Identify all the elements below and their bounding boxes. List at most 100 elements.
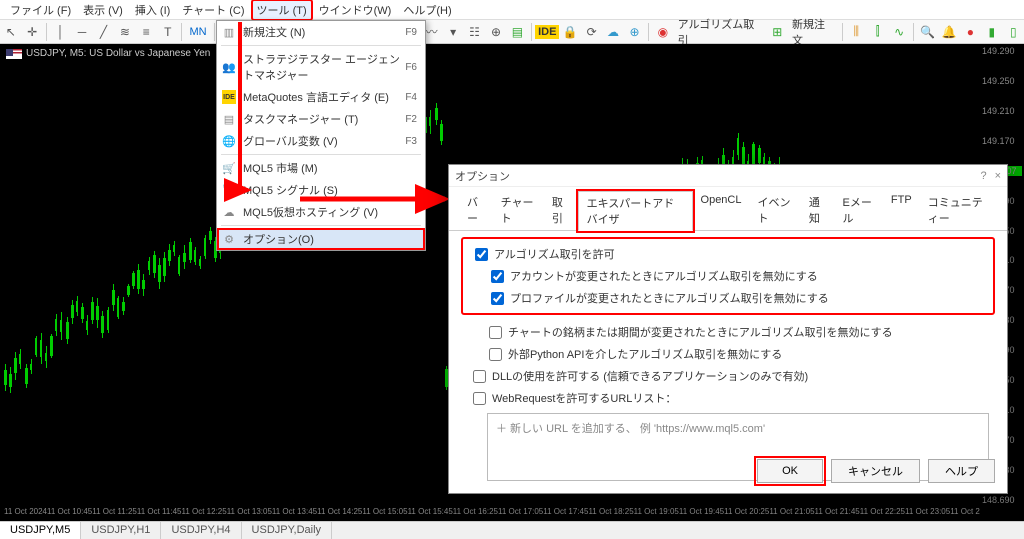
- tab-bar[interactable]: バー: [459, 191, 493, 230]
- toolbar-algo[interactable]: アルゴリズム取引: [674, 16, 767, 48]
- separator: [181, 23, 182, 41]
- signal-icon: 📡: [222, 183, 236, 197]
- chart-bar-icon[interactable]: ▾: [444, 23, 461, 41]
- tab-expert-advisor[interactable]: エキスパートアドバイザ: [578, 191, 693, 231]
- fibo-icon[interactable]: ≡: [138, 23, 155, 41]
- dialog-buttons: OK キャンセル ヘルプ: [757, 459, 995, 483]
- connection-icon[interactable]: ▯: [1005, 23, 1022, 41]
- flag-icon: [6, 49, 22, 59]
- separator: [214, 23, 215, 41]
- trendline-icon[interactable]: ╱: [95, 23, 112, 41]
- options-dialog: オプション ? × バー チャート 取引 エキスパートアドバイザ OpenCL …: [448, 164, 1008, 494]
- checkbox[interactable]: [491, 292, 504, 305]
- tab-trade[interactable]: 取引: [544, 191, 578, 230]
- menu-options[interactable]: ⚙オプション(O): [217, 228, 425, 250]
- task-icon: ▤: [222, 112, 236, 126]
- dialog-help-icon[interactable]: ?: [980, 170, 986, 182]
- tab-event[interactable]: イベント: [750, 191, 801, 230]
- tab-opencl[interactable]: OpenCL: [693, 191, 750, 230]
- opt-allow-dll[interactable]: DLLの使用を許可する (信頼できるアプリケーションのみで有効): [473, 365, 989, 387]
- toolbar: ↖ ✛ │ ─ ╱ ≋ ≡ T MN 〰 ▾ ☷ ⊕ ▤ IDE 🔒 ⟳ ☁ ⊕…: [0, 20, 1024, 44]
- dialog-body: アルゴリズム取引を許可 アカウントが変更されたときにアルゴリズム取引を無効にする…: [449, 231, 1007, 491]
- crosshair-icon[interactable]: ✛: [23, 23, 40, 41]
- opt-disable-on-profile[interactable]: プロファイルが変更されたときにアルゴリズム取引を無効にする: [491, 287, 987, 309]
- opt-allow-webrequest[interactable]: WebRequestを許可するURLリスト：: [473, 387, 989, 409]
- alert-icon[interactable]: ●: [962, 23, 979, 41]
- opt-disable-on-account[interactable]: アカウントが変更されたときにアルゴリズム取引を無効にする: [491, 265, 987, 287]
- tab-community[interactable]: コミュニティー: [920, 191, 997, 230]
- stop-icon[interactable]: ◉: [654, 23, 671, 41]
- separator: [648, 23, 649, 41]
- timeframe-mn[interactable]: MN: [185, 26, 210, 38]
- tab-m5[interactable]: USDJPY,M5: [0, 522, 81, 539]
- checkbox[interactable]: [491, 270, 504, 283]
- search-icon[interactable]: 🔍: [919, 23, 936, 41]
- gear-icon: ⚙: [222, 232, 236, 246]
- cancel-button[interactable]: キャンセル: [831, 459, 920, 483]
- highlighted-options: アルゴリズム取引を許可 アカウントが変更されたときにアルゴリズム取引を無効にする…: [461, 237, 995, 315]
- ide-icon: IDE: [222, 90, 236, 104]
- menu-chart[interactable]: チャート (C): [176, 0, 250, 20]
- checkbox[interactable]: [489, 326, 502, 339]
- tab-email[interactable]: Eメール: [835, 191, 883, 230]
- market-icon: 🛒: [222, 161, 236, 175]
- layers-icon[interactable]: ▤: [509, 23, 526, 41]
- tab-notify[interactable]: 通知: [801, 191, 835, 230]
- plus-icon[interactable]: ⊞: [769, 23, 786, 41]
- ok-button[interactable]: OK: [757, 459, 823, 483]
- menu-view[interactable]: 表示 (V): [77, 0, 129, 20]
- tab-h1[interactable]: USDJPY,H1: [81, 522, 161, 539]
- separator: [221, 225, 421, 226]
- wave-icon[interactable]: ∿: [890, 23, 907, 41]
- checkbox[interactable]: [475, 248, 488, 261]
- lock-icon[interactable]: 🔒: [561, 23, 578, 41]
- menubar: ファイル (F) 表示 (V) 挿入 (I) チャート (C) ツール (T) …: [0, 0, 1024, 20]
- separator: [842, 23, 843, 41]
- hline-icon[interactable]: ─: [73, 23, 90, 41]
- menu-help[interactable]: ヘルプ(H): [397, 0, 457, 20]
- globe-icon[interactable]: ⊕: [626, 23, 643, 41]
- signal-icon[interactable]: ▮: [983, 23, 1000, 41]
- x-axis: 11 Oct 202411 Oct 10:4511 Oct 11:2511 Oc…: [0, 507, 980, 521]
- separator: [46, 23, 47, 41]
- bars-icon[interactable]: ⫼: [848, 23, 865, 41]
- bell-icon[interactable]: 🔔: [940, 23, 957, 41]
- agent-icon: 👥: [222, 60, 236, 74]
- opt-disable-on-symbol[interactable]: チャートの銘柄または期間が変更されたときにアルゴリズム取引を無効にする: [489, 321, 989, 343]
- tab-ftp[interactable]: FTP: [883, 191, 920, 230]
- cursor-icon[interactable]: ↖: [2, 23, 19, 41]
- checkbox[interactable]: [489, 348, 502, 361]
- tab-daily[interactable]: USDJPY,Daily: [242, 522, 333, 539]
- vline-icon[interactable]: │: [52, 23, 69, 41]
- cloud-icon: ☁: [222, 205, 236, 219]
- tab-h4[interactable]: USDJPY,H4: [161, 522, 241, 539]
- arrow-annotation: [236, 20, 256, 205]
- cloud-icon[interactable]: ☁: [604, 23, 621, 41]
- refresh-icon[interactable]: ⟳: [583, 23, 600, 41]
- separator: [913, 23, 914, 41]
- opt-allow-algo[interactable]: アルゴリズム取引を許可: [475, 243, 987, 265]
- menu-file[interactable]: ファイル (F): [4, 0, 77, 20]
- chart-candle-icon[interactable]: ☷: [466, 23, 483, 41]
- checkbox[interactable]: [473, 370, 486, 383]
- channel-icon[interactable]: ≋: [116, 23, 133, 41]
- globe-icon: 🌐: [222, 134, 236, 148]
- help-button[interactable]: ヘルプ: [928, 459, 995, 483]
- menu-insert[interactable]: 挿入 (I): [129, 0, 176, 20]
- menu-tools[interactable]: ツール (T): [251, 0, 313, 21]
- toolbar-ide[interactable]: IDE: [535, 25, 559, 39]
- checkbox[interactable]: [473, 392, 486, 405]
- dialog-title: オプション: [455, 168, 510, 184]
- dialog-close-icon[interactable]: ×: [995, 170, 1001, 182]
- dialog-titlebar: オプション ? ×: [449, 165, 1007, 187]
- zoom-icon[interactable]: ⊕: [487, 23, 504, 41]
- opt-disable-python[interactable]: 外部Python APIを介したアルゴリズム取引を無効にする: [489, 343, 989, 365]
- text-icon[interactable]: T: [159, 23, 176, 41]
- candles-icon[interactable]: ⫿: [869, 23, 886, 41]
- menu-window[interactable]: ウインドウ(W): [313, 0, 398, 20]
- arrow-annotation: [300, 192, 450, 211]
- toolbar-neworder[interactable]: 新規注文: [788, 16, 839, 48]
- chart-tabs: USDJPY,M5 USDJPY,H1 USDJPY,H4 USDJPY,Dai…: [0, 521, 1024, 539]
- tab-chart[interactable]: チャート: [493, 191, 544, 230]
- dialog-tabs: バー チャート 取引 エキスパートアドバイザ OpenCL イベント 通知 Eメ…: [449, 187, 1007, 231]
